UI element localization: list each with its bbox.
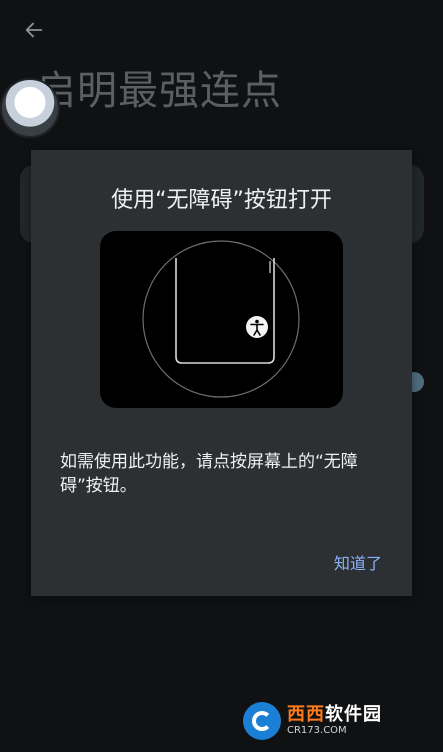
arrow-left-icon — [25, 22, 43, 38]
watermark-url: CR173.COM — [287, 725, 347, 736]
got-it-button[interactable]: 知道了 — [334, 550, 382, 574]
accessibility-illustration — [100, 231, 343, 408]
watermark-logo-icon — [243, 702, 281, 740]
accessibility-dialog: 使用“无障碍”按钮打开 如需使用此功能，请点按屏幕上的“无障碍”按钮。 知道了 — [31, 150, 412, 596]
page-title: 启明最强连点 — [36, 68, 282, 114]
dialog-title: 使用“无障碍”按钮打开 — [111, 188, 332, 213]
dialog-message: 如需使用此功能，请点按屏幕上的“无障碍”按钮。 — [60, 452, 358, 496]
watermark: 西西软件园 CR173.COM — [243, 702, 423, 740]
back-button[interactable] — [18, 14, 50, 46]
avatar[interactable] — [0, 78, 60, 138]
accessibility-icon — [246, 316, 268, 338]
watermark-brand: 西西 — [287, 704, 325, 725]
watermark-suffix: 软件园 — [325, 704, 382, 725]
